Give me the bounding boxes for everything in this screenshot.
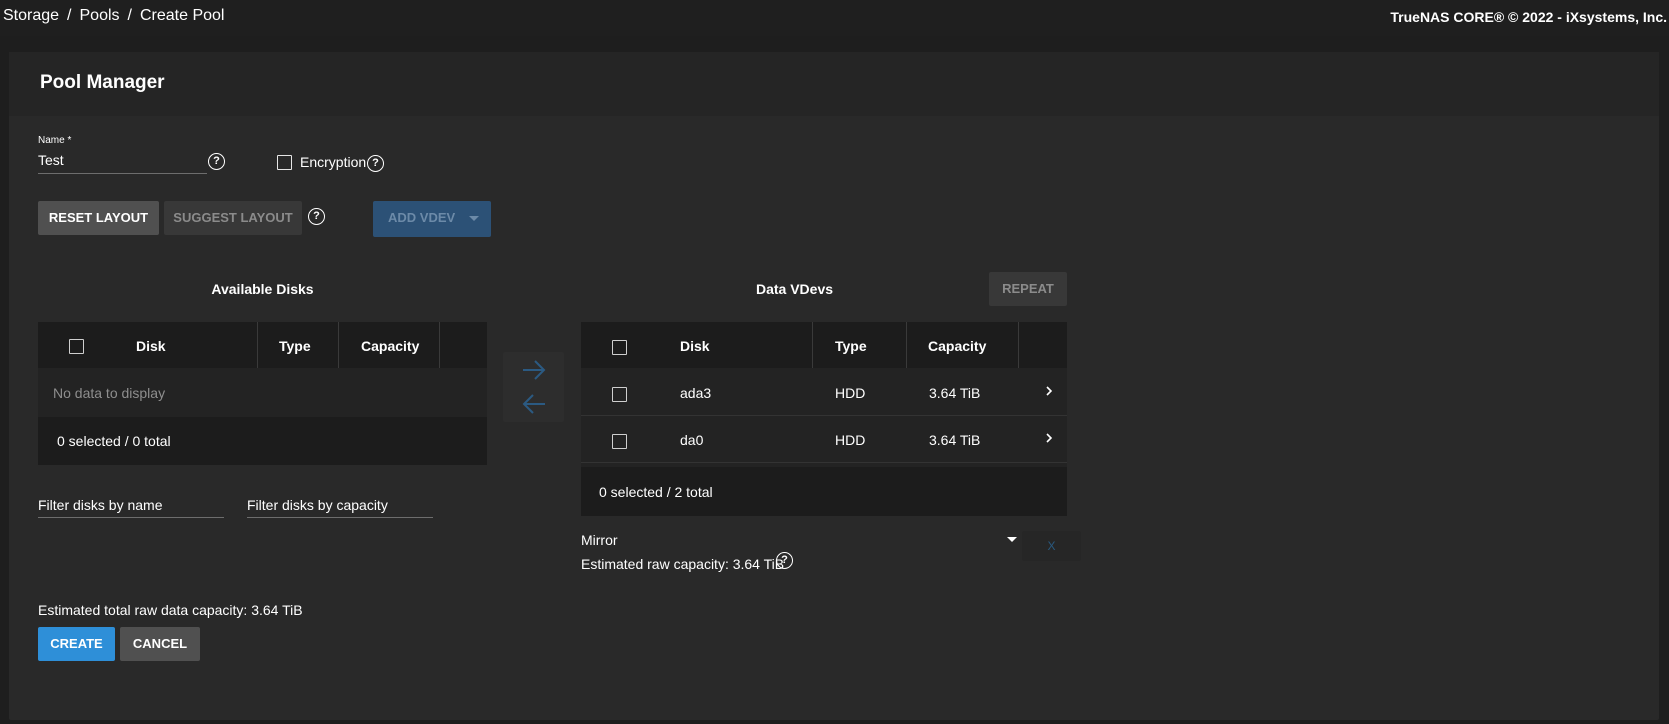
table-row[interactable]: da0 HDD 3.64 TiB <box>581 416 1067 462</box>
disk-type: HDD <box>835 385 866 401</box>
column-divider <box>257 322 258 368</box>
selection-count: 0 selected / 2 total <box>599 484 713 500</box>
pool-manager-card: Pool Manager Name * Test ? Encryption ? … <box>9 52 1659 720</box>
suggest-layout-button[interactable]: SUGGEST LAYOUT <box>164 201 302 235</box>
disk-type: HDD <box>835 432 866 448</box>
help-circle-icon[interactable]: ? <box>308 208 325 225</box>
name-input-underline <box>38 173 207 174</box>
disk-name: ada3 <box>680 385 712 401</box>
column-divider <box>439 322 440 368</box>
chevron-right-icon[interactable] <box>1045 433 1053 443</box>
breadcrumb-separator: / <box>127 7 132 24</box>
column-divider <box>338 322 339 368</box>
column-divider <box>1018 322 1019 368</box>
filter-capacity-underline <box>247 517 433 518</box>
breadcrumb: Storage / Pools / Create Pool <box>3 7 224 25</box>
estimated-raw-capacity: Estimated raw capacity: 3.64 TiB <box>581 556 785 572</box>
column-capacity[interactable]: Capacity <box>361 338 419 354</box>
filter-name-underline <box>38 517 224 518</box>
create-button[interactable]: CREATE <box>38 627 115 661</box>
top-bar: Storage / Pools / Create Pool TrueNAS CORE® … <box>0 0 1669 36</box>
select-all-checkbox[interactable] <box>612 340 627 355</box>
vdev-layout-select[interactable]: Mirror <box>581 532 618 548</box>
breadcrumb-separator: / <box>67 7 72 24</box>
cancel-button[interactable]: CANCEL <box>120 627 200 661</box>
column-type[interactable]: Type <box>835 338 867 354</box>
encryption-label: Encryption <box>300 154 367 170</box>
table-header: Disk Type Capacity <box>581 322 1067 368</box>
column-divider <box>906 322 907 368</box>
transfer-buttons <box>503 352 564 422</box>
column-disk[interactable]: Disk <box>136 338 166 354</box>
column-type[interactable]: Type <box>279 338 311 354</box>
table-footer: 0 selected / 0 total <box>38 417 487 465</box>
remove-vdev-button[interactable]: X <box>1022 531 1081 561</box>
caret-down-icon[interactable] <box>1007 537 1017 542</box>
add-vdev-button[interactable]: ADD VDEV <box>373 201 491 237</box>
filter-disks-by-name-input[interactable]: Filter disks by name <box>38 497 224 513</box>
help-circle-icon[interactable]: ? <box>208 153 225 170</box>
table-header: Disk Type Capacity <box>38 322 487 368</box>
row-divider <box>581 462 1067 463</box>
data-vdevs-table: Disk Type Capacity ada3 HDD 3.64 TiB da0… <box>581 322 1067 516</box>
table-row[interactable]: ada3 HDD 3.64 TiB <box>581 368 1067 415</box>
chevron-right-icon[interactable] <box>1045 386 1053 396</box>
card-header: Pool Manager <box>9 52 1659 116</box>
breadcrumb-create-pool: Create Pool <box>139 7 225 24</box>
copyright-text: TrueNAS CORE® © 2022 - iXsystems, Inc. <box>1390 9 1667 25</box>
arrow-left-icon[interactable] <box>521 393 547 415</box>
column-divider <box>812 322 813 368</box>
name-input[interactable]: Test <box>38 152 207 172</box>
caret-down-icon <box>469 216 479 221</box>
disk-capacity: 3.64 TiB <box>929 385 981 401</box>
reset-layout-button[interactable]: RESET LAYOUT <box>38 201 159 235</box>
breadcrumb-storage[interactable]: Storage <box>3 7 59 25</box>
breadcrumb-pools[interactable]: Pools <box>80 7 120 25</box>
data-vdevs-title: Data VDevs <box>755 281 834 297</box>
encryption-checkbox[interactable] <box>277 155 292 170</box>
help-circle-icon[interactable]: ? <box>776 552 793 569</box>
filter-disks-by-capacity-input[interactable]: Filter disks by capacity <box>247 497 433 513</box>
help-circle-icon[interactable]: ? <box>367 155 384 172</box>
arrow-right-icon[interactable] <box>521 359 547 381</box>
disk-name: da0 <box>680 432 704 448</box>
add-vdev-label: ADD VDEV <box>388 210 456 225</box>
table-footer: 0 selected / 2 total <box>581 467 1067 516</box>
selection-count: 0 selected / 0 total <box>57 433 171 449</box>
repeat-button[interactable]: REPEAT <box>989 272 1067 306</box>
available-disks-table: Disk Type Capacity No data to display 0 … <box>38 322 487 465</box>
select-all-checkbox[interactable] <box>69 339 84 354</box>
empty-message: No data to display <box>53 385 166 401</box>
estimated-total-capacity: Estimated total raw data capacity: 3.64 … <box>38 602 303 618</box>
column-capacity[interactable]: Capacity <box>928 338 986 354</box>
disk-capacity: 3.64 TiB <box>929 432 981 448</box>
row-checkbox[interactable] <box>612 434 627 449</box>
available-disks-title: Available Disks <box>211 281 314 297</box>
row-checkbox[interactable] <box>612 387 627 402</box>
page-title: Pool Manager <box>40 72 165 93</box>
name-label: Name * <box>38 135 72 146</box>
column-disk[interactable]: Disk <box>680 338 710 354</box>
